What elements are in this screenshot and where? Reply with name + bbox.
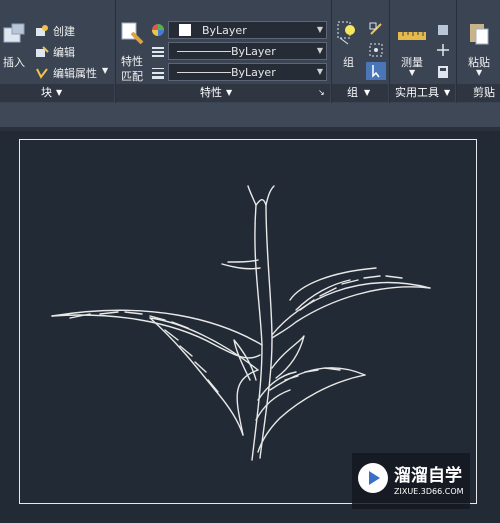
watermark-title: 溜溜自学 <box>394 466 462 486</box>
watermark-url: ZIXUE.3D66.COM <box>394 487 464 496</box>
plant-drawing <box>51 185 431 461</box>
play-logo-icon <box>358 463 388 493</box>
watermark-badge: 溜溜自学 ZIXUE.3D66.COM <box>352 453 470 509</box>
